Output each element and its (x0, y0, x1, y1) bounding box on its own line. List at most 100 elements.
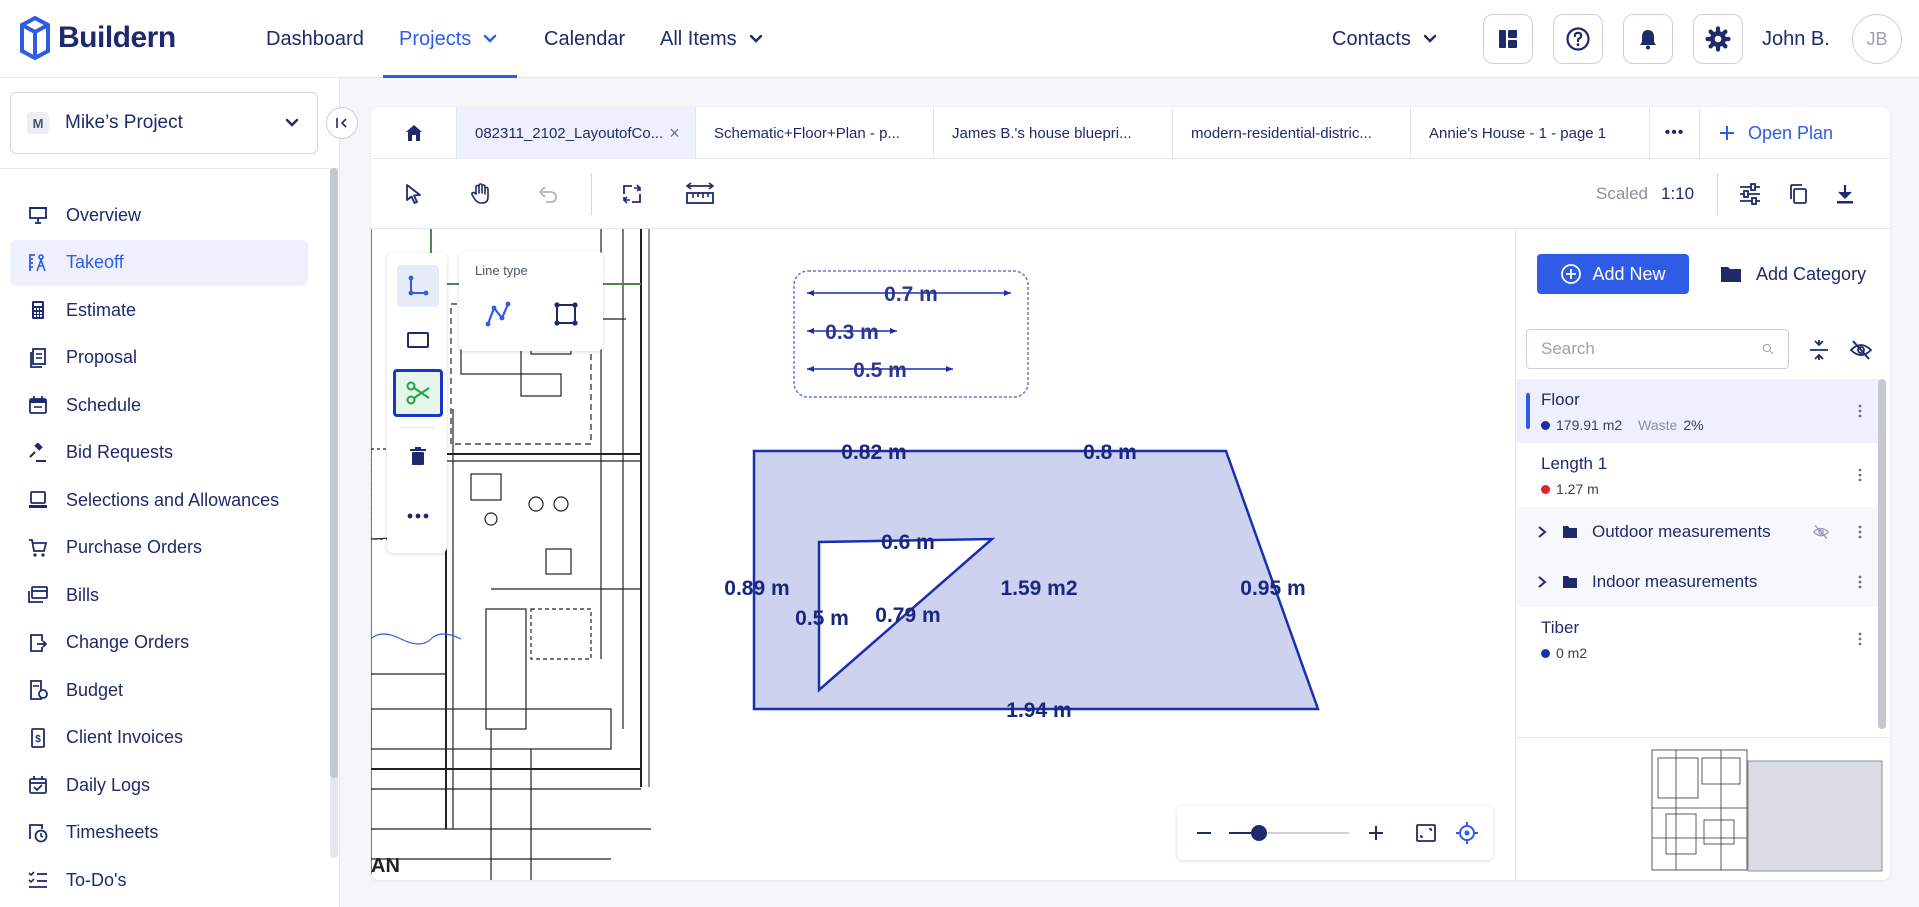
help-icon (1566, 27, 1590, 51)
sidebar-item-selections[interactable]: Selections and Allowances (10, 477, 308, 523)
sidebar-item-schedule[interactable]: Schedule (10, 382, 308, 428)
sidebar-item-purchase-orders[interactable]: Purchase Orders (10, 525, 308, 571)
kebab-menu-icon[interactable] (1858, 468, 1862, 482)
group-indoor-measurements[interactable]: Indoor measurements (1516, 557, 1878, 607)
polyline-type-button[interactable] (481, 297, 515, 331)
zoom-slider-thumb[interactable] (1251, 825, 1267, 841)
sidebar-item-change-orders[interactable]: Change Orders (10, 620, 308, 666)
nav-projects[interactable]: Projects (382, 0, 518, 78)
sidebar-scroll-thumb[interactable] (330, 168, 338, 778)
tab-plan-1[interactable]: 082311_2102_LayoutofCo... × (457, 107, 696, 159)
plan-settings-button[interactable] (1733, 177, 1767, 211)
select-tool[interactable] (397, 177, 431, 211)
rectangle-tool[interactable] (397, 319, 439, 361)
minimap-viewport[interactable] (1747, 760, 1883, 872)
sidebar-item-takeoff[interactable]: Takeoff (10, 239, 308, 286)
fit-to-screen-button[interactable] (1411, 818, 1441, 848)
chevron-right-icon[interactable] (1536, 575, 1548, 589)
eye-off-icon[interactable] (1812, 524, 1830, 540)
nav-all-items[interactable]: All Items (660, 0, 765, 78)
list-item-floor[interactable]: Floor 179.91 m2 Waste 2% (1516, 379, 1878, 443)
item-value: 1.27 m (1556, 481, 1599, 497)
notifications-button[interactable] (1623, 14, 1673, 64)
ruler-icon (685, 182, 715, 204)
more-tools-button[interactable] (397, 495, 439, 537)
plan-canvas[interactable]: AN 0.7 m 0.3 m 0.5 m 0.82 m 0.8 m 0.89 m… (371, 229, 1515, 880)
search-input[interactable] (1541, 339, 1762, 359)
settings-button[interactable] (1693, 14, 1743, 64)
sidebar-item-client-invoices[interactable]: $ Client Invoices (10, 715, 308, 761)
nav-dashboard[interactable]: Dashboard (266, 0, 364, 78)
kebab-menu-icon[interactable] (1858, 525, 1862, 539)
sidebar-item-estimate[interactable]: Estimate (10, 287, 308, 333)
measure-tool[interactable] (680, 177, 720, 211)
nav-contacts[interactable]: Contacts (1332, 0, 1439, 78)
line-tool[interactable] (397, 265, 439, 307)
group-label: Outdoor measurements (1592, 522, 1771, 541)
collapse-sidebar-button[interactable] (326, 107, 358, 139)
takeoff-icon (29, 253, 46, 271)
pan-tool[interactable] (464, 177, 498, 211)
project-selector[interactable]: M Mike’s Project (10, 92, 318, 154)
home-tab[interactable] (371, 107, 457, 159)
sidebar-scrollbar[interactable] (330, 168, 338, 858)
kebab-menu-icon[interactable] (1858, 575, 1862, 589)
tab-plan-3[interactable]: James B.'s house bluepri... (934, 107, 1173, 159)
nav-calendar[interactable]: Calendar (544, 0, 625, 78)
user-name[interactable]: John B. (1762, 0, 1830, 78)
list-item-tiber[interactable]: Tiber 0 m2 (1516, 607, 1878, 671)
avatar[interactable]: JB (1852, 14, 1902, 64)
kebab-menu-icon[interactable] (1858, 632, 1862, 646)
sidebar-item-budget[interactable]: Budget (10, 667, 308, 713)
list-item-length-1[interactable]: Length 1 1.27 m (1516, 443, 1878, 507)
folder-icon (1563, 576, 1577, 588)
hide-all-button[interactable] (1848, 337, 1874, 363)
tab-plan-2[interactable]: Schematic+Floor+Plan - p... (696, 107, 934, 159)
help-button[interactable] (1553, 14, 1603, 64)
sidebar-item-label: Overview (66, 204, 142, 225)
kebab-menu-icon[interactable] (1858, 404, 1862, 418)
rectangle-type-button[interactable] (549, 297, 583, 331)
chevron-right-icon[interactable] (1536, 525, 1548, 539)
scale-value[interactable]: 1:10 (1661, 159, 1694, 229)
sidebar-item-label: Client Invoices (66, 727, 184, 747)
group-outdoor-measurements[interactable]: Outdoor measurements (1516, 507, 1878, 557)
open-plan-button[interactable]: Open Plan (1700, 107, 1890, 159)
more-tabs-button[interactable]: ••• (1650, 107, 1700, 159)
sidebar-item-bid-requests[interactable]: Bid Requests (10, 430, 308, 476)
zoom-slider-track[interactable] (1229, 825, 1349, 841)
waste-label: Waste (1638, 417, 1678, 433)
sidebar-item-proposal[interactable]: Proposal (10, 335, 308, 381)
download-button[interactable] (1828, 177, 1862, 211)
tab-plan-5[interactable]: Annie's House - 1 - page 1 (1411, 107, 1650, 159)
measure-legend[interactable]: 0.7 m 0.3 m 0.5 m (793, 270, 1029, 398)
recenter-button[interactable] (1452, 818, 1482, 848)
sidebar-item-overview[interactable]: Overview (10, 192, 308, 238)
gear-icon (1705, 26, 1731, 52)
add-category-button[interactable]: Add Category (1720, 254, 1866, 294)
duplicate-button[interactable] (1781, 177, 1815, 211)
sidebar-item-timesheets[interactable]: Timesheets (10, 810, 308, 856)
sidebar-item-bills[interactable]: Bills (10, 572, 308, 618)
plan-minimap[interactable] (1516, 737, 1890, 880)
delete-tool[interactable] (397, 435, 439, 477)
layout-button[interactable] (1483, 14, 1533, 64)
sidebar-item-todos[interactable]: To-Do's (10, 857, 308, 903)
panel-scroll-thumb[interactable] (1878, 379, 1886, 729)
brand-name: Buildern (58, 21, 176, 54)
sidebar-item-daily-logs[interactable]: Daily Logs (10, 762, 308, 808)
rotate-tool[interactable] (615, 177, 649, 211)
tab-plan-4[interactable]: modern-residential-distric... (1173, 107, 1411, 159)
zoom-in-button[interactable] (1361, 818, 1391, 848)
close-icon[interactable]: × (669, 123, 680, 144)
edge-label-triangle-hypotenuse: 0.79 m (875, 604, 940, 627)
brand-logo[interactable]: Buildern (18, 10, 176, 66)
nav-contacts-label: Contacts (1332, 27, 1411, 50)
cut-tool[interactable] (393, 369, 443, 417)
add-new-button[interactable]: Add New (1537, 254, 1689, 294)
undo-button[interactable] (531, 177, 565, 211)
zoom-out-button[interactable] (1189, 818, 1219, 848)
panel-scrollbar[interactable] (1878, 379, 1886, 729)
folder-icon (1721, 267, 1741, 282)
collapse-all-button[interactable] (1806, 337, 1832, 363)
